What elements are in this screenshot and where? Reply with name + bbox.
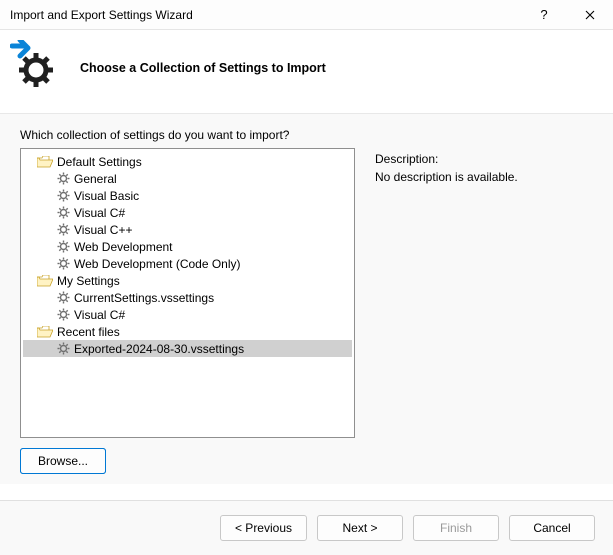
wizard-content: Which collection of settings do you want… [0,114,613,484]
description-text: No description is available. [375,168,593,186]
tree-label: Exported-2024-08-30.vssettings [74,342,244,356]
cancel-button[interactable]: Cancel [509,515,595,541]
tree-label: General [74,172,117,186]
gear-icon [57,223,70,236]
folder-open-icon [37,156,53,168]
tree-label: Visual C# [74,308,125,322]
titlebar: Import and Export Settings Wizard ? [0,0,613,30]
description-panel: Description: No description is available… [375,148,593,438]
finish-button: Finish [413,515,499,541]
prompt-label: Which collection of settings do you want… [20,128,593,142]
gear-icon [57,172,70,185]
tree-item-visual-cpp[interactable]: Visual C++ [23,221,352,238]
gear-icon [57,206,70,219]
page-heading: Choose a Collection of Settings to Impor… [80,61,326,75]
tree-label: My Settings [57,274,120,288]
close-button[interactable] [567,0,613,30]
close-icon [585,10,595,20]
tree-item-my-visual-csharp[interactable]: Visual C# [23,306,352,323]
folder-open-icon [37,275,53,287]
tree-label: Default Settings [57,155,142,169]
tree-item-web-development[interactable]: Web Development [23,238,352,255]
wizard-header: Choose a Collection of Settings to Impor… [0,30,613,114]
tree-item-visual-basic[interactable]: Visual Basic [23,187,352,204]
tree-item-currentsettings[interactable]: CurrentSettings.vssettings [23,289,352,306]
wizard-footer: < Previous Next > Finish Cancel [0,500,613,555]
tree-label: Recent files [57,325,120,339]
previous-button[interactable]: < Previous [220,515,307,541]
tree-item-general[interactable]: General [23,170,352,187]
tree-folder-default-settings[interactable]: Default Settings [23,153,352,170]
tree-folder-my-settings[interactable]: My Settings [23,272,352,289]
tree-item-visual-csharp[interactable]: Visual C# [23,204,352,221]
tree-label: CurrentSettings.vssettings [74,291,214,305]
gear-icon [57,291,70,304]
gear-icon [57,189,70,202]
gear-icon [57,257,70,270]
tree-label: Visual C# [74,206,125,220]
browse-button[interactable]: Browse... [20,448,106,474]
tree-item-web-development-code-only[interactable]: Web Development (Code Only) [23,255,352,272]
tree-item-exported-file[interactable]: Exported-2024-08-30.vssettings [23,340,352,357]
gear-icon [57,308,70,321]
tree-label: Web Development (Code Only) [74,257,241,271]
gear-icon [57,342,70,355]
next-button[interactable]: Next > [317,515,403,541]
tree-label: Visual Basic [74,189,139,203]
import-gear-icon [10,40,62,95]
tree-label: Web Development [74,240,173,254]
tree-label: Visual C++ [74,223,132,237]
folder-open-icon [37,326,53,338]
description-label: Description: [375,150,593,168]
tree-folder-recent-files[interactable]: Recent files [23,323,352,340]
window-title: Import and Export Settings Wizard [10,8,521,22]
gear-icon [57,240,70,253]
settings-tree[interactable]: Default Settings General Visual Basic Vi… [20,148,355,438]
help-button[interactable]: ? [521,0,567,30]
